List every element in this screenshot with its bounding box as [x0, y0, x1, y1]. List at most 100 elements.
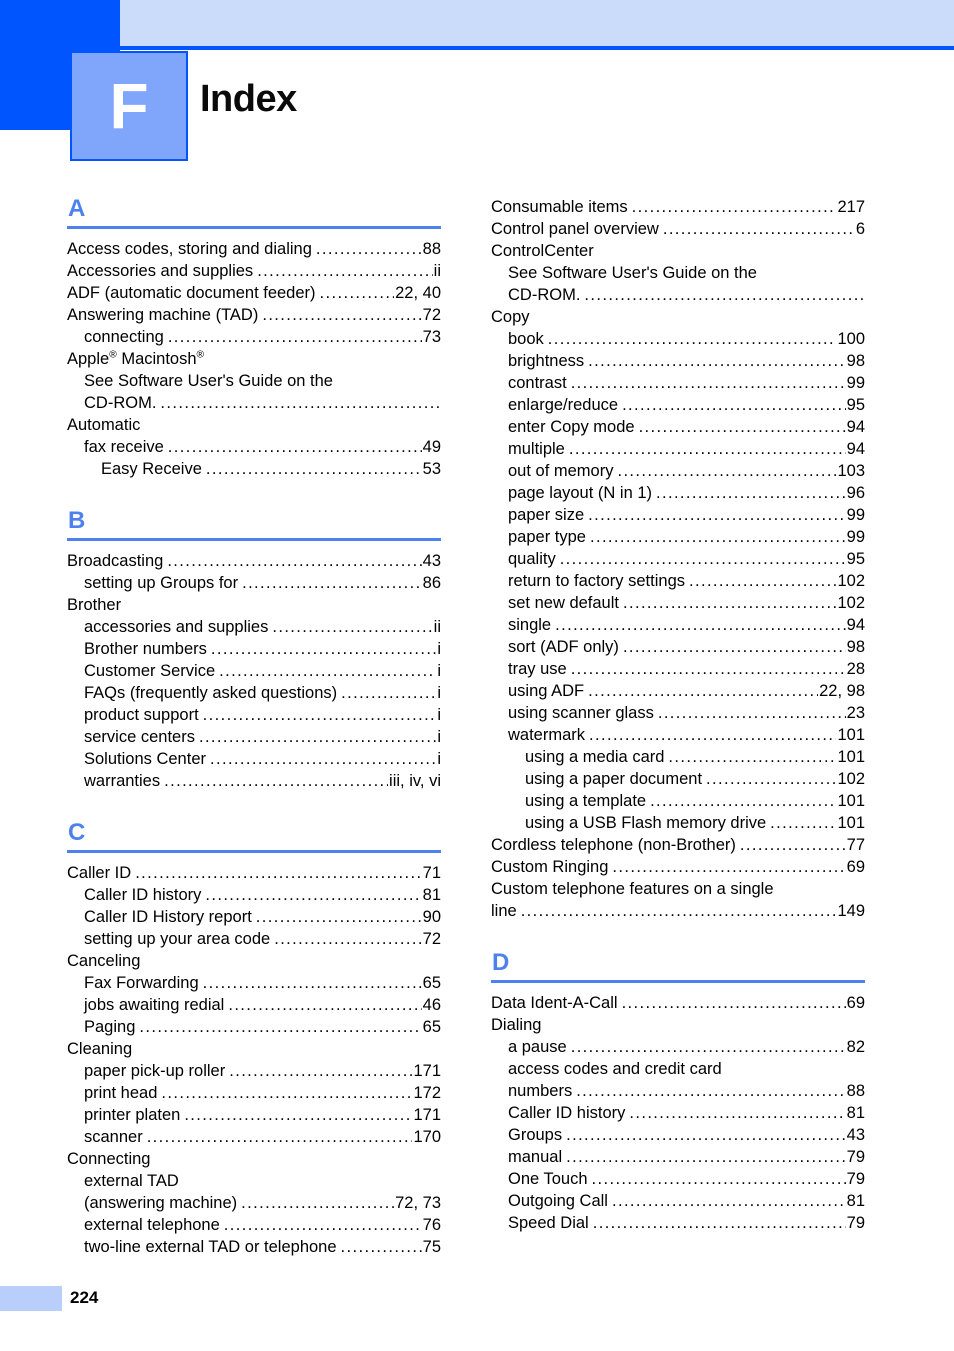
index-entry[interactable]: Consumable items........................…	[491, 196, 865, 218]
index-entry[interactable]: out of memory...........................…	[491, 460, 865, 482]
index-entry[interactable]: using a template........................…	[491, 790, 865, 812]
leader-dots: ........................................…	[161, 1084, 413, 1102]
index-entry[interactable]: sort (ADF only).........................…	[491, 636, 865, 658]
leader-dots: ........................................…	[739, 836, 846, 854]
index-entry[interactable]: accessories and supplies................…	[67, 616, 441, 638]
index-entry[interactable]: print head..............................…	[67, 1082, 441, 1104]
index-entry[interactable]: Broadcasting............................…	[67, 550, 441, 572]
index-entry[interactable]: Brother numbers.........................…	[67, 638, 441, 660]
index-entry[interactable]: Caller ID History report................…	[67, 906, 441, 928]
index-entry-label: accessories and supplies	[84, 618, 269, 636]
index-entry[interactable]: quality.................................…	[491, 548, 865, 570]
index-entry[interactable]: Answering machine (TAD).................…	[67, 304, 441, 326]
index-entry[interactable]: set new default.........................…	[491, 592, 865, 614]
leader-dots: ........................................…	[202, 974, 422, 992]
index-entry[interactable]: Fax Forwarding..........................…	[67, 972, 441, 994]
index-entry[interactable]: Caller ID history.......................…	[67, 884, 441, 906]
index-entry[interactable]: Speed Dial..............................…	[491, 1212, 865, 1234]
index-entry[interactable]: printer platen..........................…	[67, 1104, 441, 1126]
index-entry[interactable]: product support.........................…	[67, 704, 441, 726]
index-entry[interactable]: See Software User's Guide on the........…	[67, 370, 441, 392]
index-entry[interactable]: watermark...............................…	[491, 724, 865, 746]
index-entry[interactable]: Cleaning................................…	[67, 1038, 441, 1060]
index-entry[interactable]: Apple® Macintosh®.......................…	[67, 348, 441, 370]
index-entry[interactable]: Access codes, storing and dialing.......…	[67, 238, 441, 260]
index-entry[interactable]: manual..................................…	[491, 1146, 865, 1168]
index-entry[interactable]: Cordless telephone (non-Brother)........…	[491, 834, 865, 856]
index-entry[interactable]: CD-ROM..................................…	[67, 392, 441, 414]
index-entry[interactable]: setting up your area code...............…	[67, 928, 441, 950]
index-entry[interactable]: tray use................................…	[491, 658, 865, 680]
index-entry[interactable]: paper pick-up roller....................…	[67, 1060, 441, 1082]
index-entry[interactable]: Control panel overview..................…	[491, 218, 865, 240]
index-entry-page: 65	[422, 974, 441, 992]
index-entry[interactable]: external telephone......................…	[67, 1214, 441, 1236]
index-entry[interactable]: return to factory settings..............…	[491, 570, 865, 592]
index-entry[interactable]: (answering machine).....................…	[67, 1192, 441, 1214]
index-entry[interactable]: using a media card......................…	[491, 746, 865, 768]
index-entry[interactable]: ADF (automatic document feeder).........…	[67, 282, 441, 304]
index-entry[interactable]: Canceling...............................…	[67, 950, 441, 972]
index-entry[interactable]: a pause.................................…	[491, 1036, 865, 1058]
index-entry[interactable]: Custom telephone features on a single...…	[491, 878, 865, 900]
index-entry[interactable]: paper size..............................…	[491, 504, 865, 526]
index-entry[interactable]: brightness..............................…	[491, 350, 865, 372]
index-entry[interactable]: Caller ID history.......................…	[491, 1102, 865, 1124]
index-entry[interactable]: Connecting..............................…	[67, 1148, 441, 1170]
index-entry[interactable]: Data Ident-A-Call.......................…	[491, 992, 865, 1014]
index-entry[interactable]: contrast................................…	[491, 372, 865, 394]
index-entry[interactable]: external TAD............................…	[67, 1170, 441, 1192]
leader-dots: ........................................…	[559, 550, 846, 568]
index-entry[interactable]: line....................................…	[491, 900, 865, 922]
index-entry[interactable]: paper type..............................…	[491, 526, 865, 548]
index-entry[interactable]: Caller ID...............................…	[67, 862, 441, 884]
leader-dots: ........................................…	[570, 660, 846, 678]
index-entry[interactable]: connecting..............................…	[67, 326, 441, 348]
index-entry[interactable]: using a paper document..................…	[491, 768, 865, 790]
index-entry[interactable]: jobs awaiting redial....................…	[67, 994, 441, 1016]
section-letter-b: B	[68, 507, 86, 534]
index-entry[interactable]: two-line external TAD or telephone......…	[67, 1236, 441, 1258]
leader-dots: ........................................…	[228, 996, 422, 1014]
index-entry[interactable]: Solutions Center........................…	[67, 748, 441, 770]
index-entry[interactable]: Brother.................................…	[67, 594, 441, 616]
leader-dots: ........................................…	[589, 528, 846, 546]
index-entry[interactable]: FAQs (frequently asked questions).......…	[67, 682, 441, 704]
index-entry[interactable]: See Software User's Guide on the........…	[491, 262, 865, 284]
index-entry[interactable]: Copy....................................…	[491, 306, 865, 328]
index-entry[interactable]: Customer Service........................…	[67, 660, 441, 682]
index-entry[interactable]: One Touch...............................…	[491, 1168, 865, 1190]
index-entry[interactable]: Easy Receive............................…	[67, 458, 441, 480]
index-entry[interactable]: using a USB Flash memory drive..........…	[491, 812, 865, 834]
index-entry[interactable]: fax receive.............................…	[67, 436, 441, 458]
index-entry[interactable]: page layout (N in 1)....................…	[491, 482, 865, 504]
index-entry[interactable]: Automatic...............................…	[67, 414, 441, 436]
index-entry[interactable]: ControlCenter...........................…	[491, 240, 865, 262]
index-entry[interactable]: multiple................................…	[491, 438, 865, 460]
index-entry[interactable]: Dialing.................................…	[491, 1014, 865, 1036]
index-entry[interactable]: access codes and credit card............…	[491, 1058, 865, 1080]
index-entry-label: Access codes, storing and dialing	[67, 240, 312, 258]
index-entry[interactable]: Outgoing Call...........................…	[491, 1190, 865, 1212]
index-entry[interactable]: single..................................…	[491, 614, 865, 636]
index-entry[interactable]: book....................................…	[491, 328, 865, 350]
index-entry-page: 88	[422, 240, 441, 258]
index-entry[interactable]: setting up Groups for...................…	[67, 572, 441, 594]
index-entry[interactable]: using scanner glass.....................…	[491, 702, 865, 724]
index-entry-label: multiple	[508, 440, 565, 458]
index-entry[interactable]: using ADF...............................…	[491, 680, 865, 702]
index-entry[interactable]: enter Copy mode.........................…	[491, 416, 865, 438]
index-entry[interactable]: Paging..................................…	[67, 1016, 441, 1038]
index-entry[interactable]: Groups..................................…	[491, 1124, 865, 1146]
index-entry[interactable]: numbers.................................…	[491, 1080, 865, 1102]
index-entry[interactable]: Accessories and supplies................…	[67, 260, 441, 282]
leader-dots: ........................................…	[568, 440, 846, 458]
index-entry[interactable]: Custom Ringing..........................…	[491, 856, 865, 878]
index-entry[interactable]: scanner.................................…	[67, 1126, 441, 1148]
index-entry[interactable]: CD-ROM..................................…	[491, 284, 865, 306]
index-entry[interactable]: service centers.........................…	[67, 726, 441, 748]
index-entry[interactable]: warranties..............................…	[67, 770, 441, 792]
index-entry-label: set new default	[508, 594, 619, 612]
index-entry[interactable]: enlarge/reduce..........................…	[491, 394, 865, 416]
